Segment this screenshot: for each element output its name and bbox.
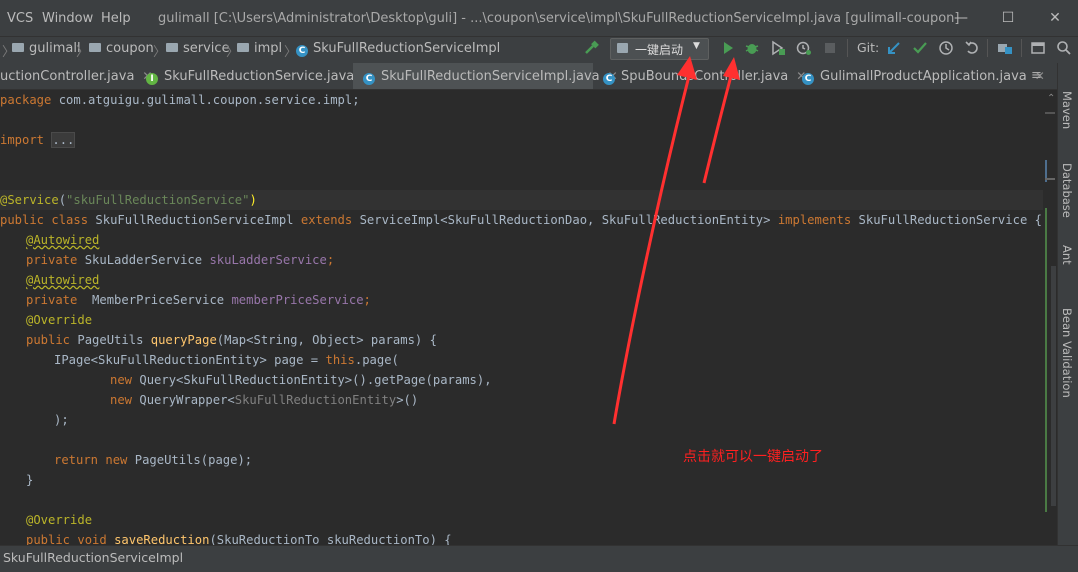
arrowhead xyxy=(677,56,697,80)
annotation-note: 点击就可以一键启动了 xyxy=(683,449,823,465)
arrow-to-run-config xyxy=(612,71,692,425)
annotation-arrows xyxy=(612,56,740,425)
arrowhead xyxy=(723,57,740,80)
arrow-to-run-button xyxy=(702,71,734,184)
